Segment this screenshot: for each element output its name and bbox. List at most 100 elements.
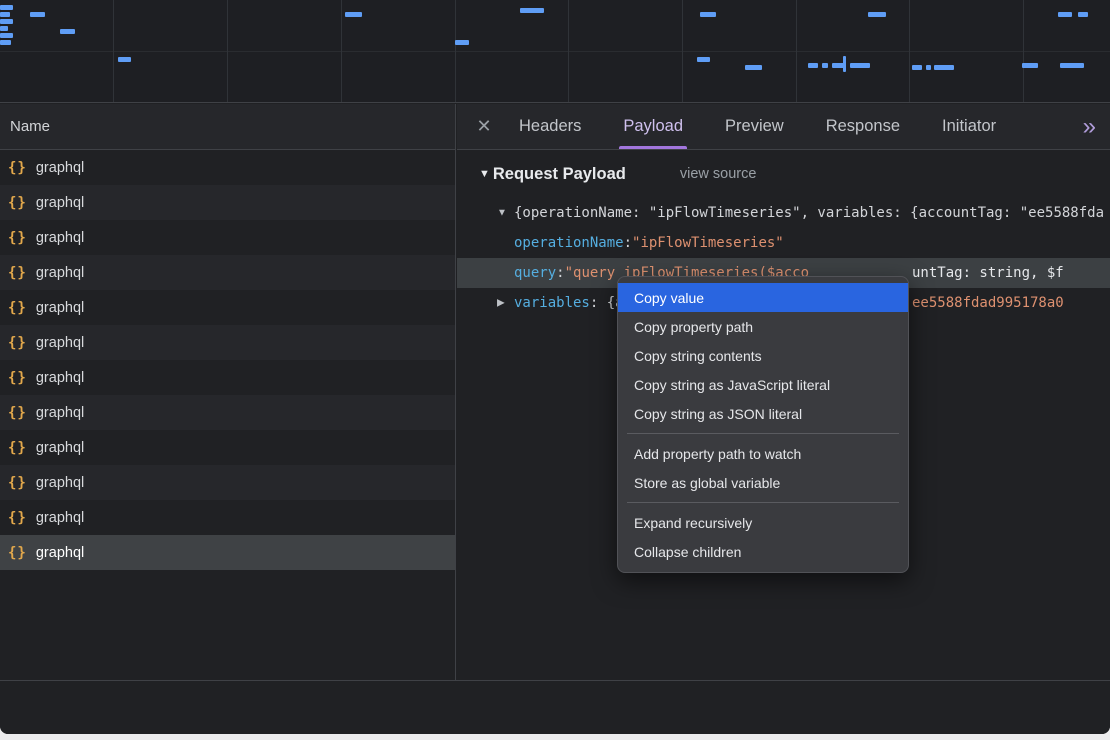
expander-open-icon[interactable]: ▼ [497,208,507,219]
overview-midline [0,51,1110,52]
menu-item-expand-recursively[interactable]: Expand recursively [618,508,908,537]
json-braces-icon: {} [8,405,27,421]
section-title: Request Payload [493,165,626,184]
request-name: graphql [36,545,84,561]
request-timing-bar [30,12,45,17]
request-timing-bar [700,12,716,17]
view-source-link[interactable]: view source [680,166,757,182]
overview-gridline [682,0,683,102]
menu-item-copy-property-path[interactable]: Copy property path [618,312,908,341]
request-row[interactable]: {}graphql [0,325,455,360]
menu-item-store-as-global-variable[interactable]: Store as global variable [618,468,908,497]
request-timing-bar [0,19,13,24]
request-row[interactable]: {}graphql [0,255,455,290]
request-row[interactable]: {} graphql [0,360,455,395]
request-name: graphql [36,230,84,246]
request-timing-bar [0,26,8,31]
overview-gridline [113,0,114,102]
menu-separator [627,502,899,503]
menu-item-add-property-path-to-watch[interactable]: Add property path to watch [618,439,908,468]
request-row[interactable]: {} graphql [0,185,455,220]
request-timing-bar [118,57,131,62]
code-segment: : [556,265,564,281]
section-expander-open-icon[interactable]: ▼ [479,168,490,180]
request-timing-bar [60,29,75,34]
request-name: graphql [36,335,84,351]
request-rows: {} graphql {} graphql {} graphql {} graphql {} gr… [0,150,455,570]
json-braces-icon: {} [8,300,27,316]
request-payload-section-header: ▼ Request Payload view source [457,150,1110,198]
tab-preview[interactable]: Preview [711,104,798,149]
menu-separator [627,433,899,434]
payload-root-preview-row[interactable]: ▼ {operationName: "ipFlowTimeseries", var… [457,198,1110,228]
request-name: graphql [36,160,84,176]
tab-response[interactable]: Response [812,104,914,149]
detail-tabs: Headers Payload Preview Response Initiator [505,104,1010,149]
request-timing-bar [1022,63,1038,68]
request-timing-bar [0,5,13,10]
json-braces-icon: {} [8,440,27,456]
request-name: graphql [36,195,84,211]
name-column-header[interactable]: Name [0,104,455,150]
close-icon[interactable]: ✕ [469,116,499,137]
expander-closed-icon[interactable]: ▶ [497,298,505,309]
payload-operationname-row[interactable]: operationName: "ipFlowTimeseries" [457,228,1110,258]
overview-gridline [909,0,910,102]
request-timing-bar [745,65,762,70]
json-braces-icon: {} [8,160,27,176]
code-segment: operationName [514,235,624,251]
status-bar [0,680,1110,734]
menu-item-copy-string-as-javascript-literal[interactable]: Copy string as JavaScript literal [618,370,908,399]
network-overview-strip[interactable] [0,0,1110,103]
overview-gridline [1023,0,1024,102]
request-timing-bar [926,65,931,70]
menu-item-collapse-children[interactable]: Collapse children [618,537,908,566]
menu-item-copy-string-as-json-literal[interactable]: Copy string as JSON literal [618,399,908,428]
request-name: graphql [36,475,84,491]
request-name: graphql [36,300,84,316]
code-segment: variables [514,295,590,311]
request-timing-bar [520,8,544,13]
request-row[interactable]: {} graphql [0,290,455,325]
request-timing-bar [868,12,886,17]
request-row[interactable]: {}graphql [0,500,455,535]
request-row[interactable]: {} graphql [0,220,455,255]
tab-headers[interactable]: Headers [505,104,595,149]
request-timing-bar [1060,63,1084,68]
tab-initiator[interactable]: Initiator [928,104,1010,149]
code-segment: : [624,235,632,251]
code-segment: "ipFlowTimeseries" [632,235,784,251]
json-braces-icon: {} [8,370,27,386]
request-name: graphql [36,370,84,386]
request-timing-bar [808,63,818,68]
request-timing-bar [912,65,922,70]
context-menu: Copy valueCopy property pathCopy string … [617,276,909,573]
tab-payload[interactable]: Payload [609,104,697,149]
menu-item-copy-value[interactable]: Copy value [618,283,908,312]
request-row[interactable]: {}graphql [0,535,455,570]
code-segment: {operationName: "ipFlowTimeseries", vari… [514,205,1104,221]
request-timing-bar [1078,12,1088,17]
overview-gridline [341,0,342,102]
code-segment: query [514,265,556,281]
json-braces-icon: {} [8,230,27,246]
json-braces-icon: {} [8,475,27,491]
request-name: graphql [36,405,84,421]
menu-item-copy-string-contents[interactable]: Copy string contents [618,341,908,370]
request-name: graphql [36,265,84,281]
request-timing-bar [0,12,10,17]
request-row[interactable]: {} graphql [0,150,455,185]
json-braces-icon: {} [8,195,27,211]
code-segment-after-menu: untTag: string, $f [912,258,1064,288]
overview-gridline [796,0,797,102]
request-row[interactable]: {} graphql [0,395,455,430]
more-tabs-icon[interactable]: » [1083,115,1096,139]
request-row[interactable]: {} graphql [0,465,455,500]
request-timing-bar [697,57,710,62]
request-row[interactable]: {}graphql [0,430,455,465]
request-timing-bar [1058,12,1072,17]
overview-gridline [455,0,456,102]
request-timing-bar [345,12,362,17]
request-timing-bar [455,40,469,45]
request-timing-bar [0,33,13,38]
